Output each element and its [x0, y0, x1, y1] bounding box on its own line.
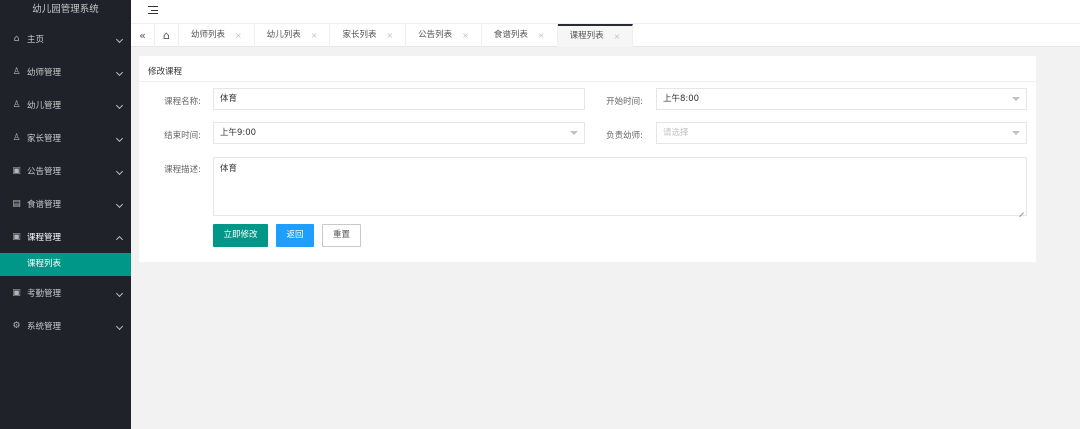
- tabs-scroll-left-icon[interactable]: «: [131, 24, 155, 47]
- teacher-select[interactable]: 请选择: [656, 122, 1027, 144]
- notice-icon: ▣: [12, 165, 21, 176]
- chevron-down-icon: [115, 68, 124, 76]
- sidebar-item-label: 幼儿管理: [27, 100, 62, 111]
- start-time-value: 上午8:00: [663, 94, 700, 104]
- tab-child-list[interactable]: 幼儿列表 ×: [255, 24, 331, 47]
- menu-toggle-icon[interactable]: [148, 6, 158, 16]
- sidebar-item-label: 幼师管理: [27, 67, 62, 78]
- close-icon[interactable]: ×: [538, 24, 545, 47]
- tab-label: 家长列表: [342, 30, 377, 40]
- home-tab-icon[interactable]: ⌂: [155, 24, 179, 47]
- chevron-down-icon: [115, 134, 124, 142]
- chevron-down-icon: [115, 200, 124, 208]
- chevron-down-icon: [115, 322, 124, 330]
- back-button[interactable]: 返回: [276, 224, 314, 247]
- submit-button[interactable]: 立即修改: [213, 224, 268, 247]
- sidebar-item-children[interactable]: ♙ 幼儿管理: [0, 88, 131, 121]
- user-icon: ♙: [12, 99, 21, 110]
- page-title: 修改课程: [148, 67, 183, 77]
- close-icon[interactable]: ×: [235, 24, 242, 47]
- sidebar-subitem-course-list[interactable]: 课程列表: [0, 253, 131, 276]
- sidebar-item-label: 主页: [27, 34, 45, 45]
- teacher-label: 负责幼师:: [606, 131, 643, 141]
- start-time-label: 开始时间:: [606, 97, 643, 107]
- description-value: 体育: [220, 164, 238, 174]
- attendance-icon: ▣: [12, 287, 21, 298]
- description-textarea[interactable]: 体育: [213, 157, 1027, 216]
- sidebar-item-label: 课程管理: [27, 232, 62, 243]
- tab-label: 课程列表: [569, 31, 604, 41]
- chevron-down-icon: [115, 289, 124, 297]
- user-icon: ♙: [12, 132, 21, 143]
- tabs-bar: « ⌂ 幼师列表 × 幼儿列表 × 家长列表 × 公告列表 × 食谱列表 × 课…: [131, 23, 1080, 47]
- app-logo-title: 幼儿园管理系统: [32, 4, 99, 15]
- sidebar: 幼儿园管理系统 ⌂ 主页 ♙ 幼师管理 ♙ 幼儿管理 ♙ 家长管理 ▣ 公告管理…: [0, 0, 131, 429]
- resize-handle-icon[interactable]: [1018, 207, 1024, 213]
- end-time-select[interactable]: 上午9:00: [213, 122, 585, 144]
- end-time-label: 结束时间:: [164, 131, 201, 141]
- sidebar-item-notices[interactable]: ▣ 公告管理: [0, 154, 131, 187]
- tab-label: 公告列表: [418, 30, 453, 40]
- sidebar-item-label: 食谱管理: [27, 199, 62, 210]
- course-icon: ▣: [12, 231, 21, 242]
- close-icon[interactable]: ×: [462, 24, 469, 47]
- gear-icon: ⚙: [12, 320, 21, 331]
- chevron-down-icon: [115, 167, 124, 175]
- sidebar-item-attendance[interactable]: ▣ 考勤管理: [0, 276, 131, 309]
- sidebar-item-courses[interactable]: ▣ 课程管理: [0, 220, 131, 253]
- chevron-up-icon: [115, 235, 124, 243]
- chevron-down-icon: [115, 35, 124, 43]
- description-label: 课程描述:: [164, 165, 201, 175]
- dropdown-arrow-icon: [1012, 131, 1020, 135]
- tab-label: 幼儿列表: [266, 30, 301, 40]
- teacher-placeholder: 请选择: [663, 128, 689, 138]
- tab-notice-list[interactable]: 公告列表 ×: [406, 24, 482, 47]
- home-icon: ⌂: [13, 33, 20, 44]
- divider: [139, 81, 1036, 82]
- dropdown-arrow-icon: [1012, 97, 1020, 101]
- sidebar-item-parents[interactable]: ♙ 家长管理: [0, 121, 131, 154]
- top-header: [131, 0, 1080, 23]
- tab-list: 幼师列表 × 幼儿列表 × 家长列表 × 公告列表 × 食谱列表 × 课程列表 …: [179, 24, 634, 47]
- recipe-icon: ▤: [12, 198, 21, 209]
- sidebar-item-system[interactable]: ⚙ 系统管理: [0, 309, 131, 342]
- close-icon[interactable]: ×: [311, 24, 318, 47]
- sidebar-item-label: 公告管理: [27, 166, 62, 177]
- sidebar-item-label: 家长管理: [27, 133, 62, 144]
- end-time-value: 上午9:00: [220, 128, 257, 138]
- tab-label: 食谱列表: [493, 30, 528, 40]
- sidebar-item-label: 考勤管理: [27, 288, 62, 299]
- tab-parent-list[interactable]: 家长列表 ×: [330, 24, 407, 47]
- chevron-down-icon: [115, 101, 124, 109]
- sidebar-item-home[interactable]: ⌂ 主页: [0, 22, 131, 55]
- start-time-select[interactable]: 上午8:00: [656, 88, 1027, 110]
- tab-label: 幼师列表: [191, 30, 226, 40]
- tab-teacher-list[interactable]: 幼师列表 ×: [179, 24, 255, 47]
- sidebar-item-recipes[interactable]: ▤ 食谱管理: [0, 187, 131, 220]
- tab-course-list[interactable]: 课程列表 ×: [557, 24, 634, 47]
- course-name-input[interactable]: 体育: [213, 88, 585, 110]
- close-icon[interactable]: ×: [386, 24, 393, 47]
- tab-recipe-list[interactable]: 食谱列表 ×: [482, 24, 558, 47]
- sidebar-item-teachers[interactable]: ♙ 幼师管理: [0, 55, 131, 88]
- user-icon: ♙: [12, 66, 21, 77]
- reset-button[interactable]: 重置: [322, 224, 361, 247]
- course-name-label: 课程名称:: [164, 97, 201, 107]
- course-name-value: 体育: [220, 94, 238, 104]
- close-icon[interactable]: ×: [614, 27, 621, 46]
- sidebar-item-label: 系统管理: [27, 321, 62, 332]
